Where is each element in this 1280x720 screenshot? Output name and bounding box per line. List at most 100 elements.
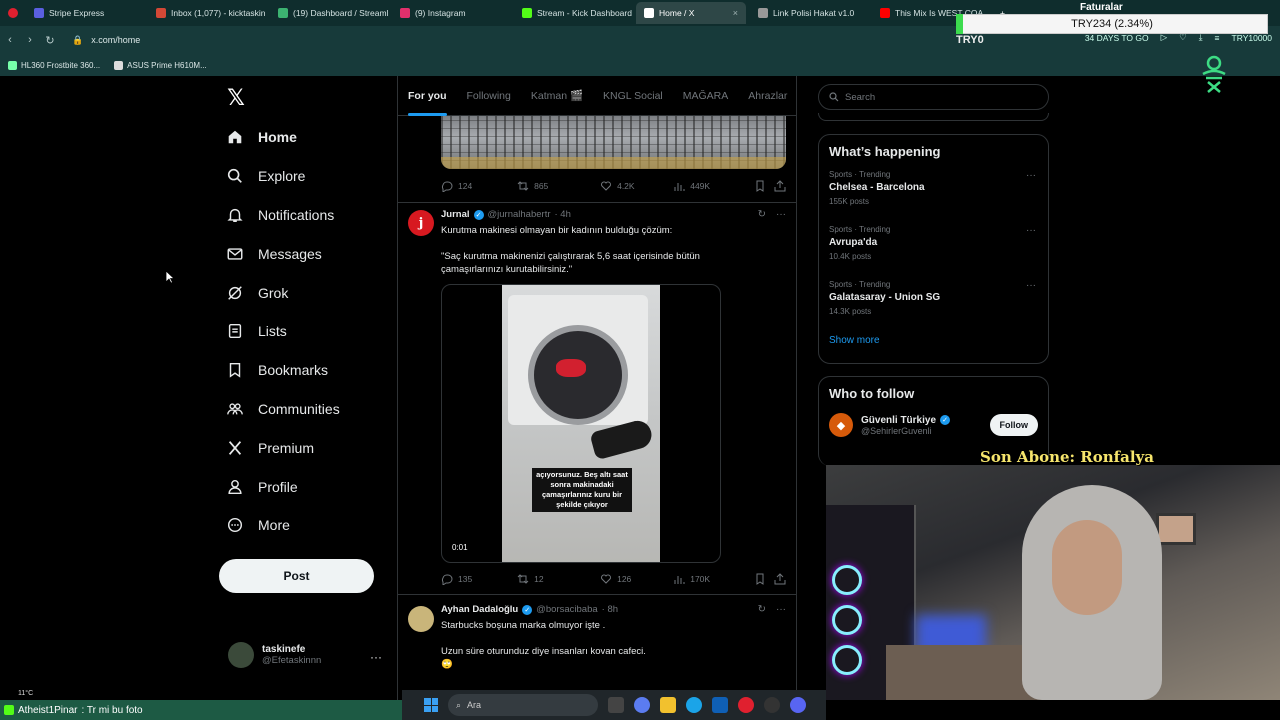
- browser-tab[interactable]: Stream - Kick Dashboard: [514, 2, 632, 24]
- suggestion-name: Güvenli Türkiye ✓: [861, 415, 951, 426]
- timeline-tab[interactable]: Katman 🎬: [521, 76, 593, 116]
- x-logo[interactable]: 𝕏: [222, 84, 250, 112]
- trend-more-icon[interactable]: ···: [1026, 280, 1036, 291]
- bookmark-item[interactable]: HL360 Frostbite 360...: [8, 60, 100, 70]
- author-handle[interactable]: @borsacibaba: [536, 604, 597, 615]
- task-view-icon[interactable]: [608, 697, 624, 713]
- reload-button[interactable]: ↻: [40, 34, 60, 47]
- tweet-video[interactable]: açıyorsunuz. Beş altı saat sonra makinad…: [441, 284, 721, 563]
- trend-more-icon[interactable]: ···: [1026, 170, 1036, 181]
- taskbar-search[interactable]: ⌕ Ara: [448, 694, 598, 716]
- bookmark-button[interactable]: [754, 573, 774, 585]
- trend-more-icon[interactable]: ···: [1026, 225, 1036, 236]
- tweet-time[interactable]: · 4h: [555, 209, 571, 220]
- nav-label: Communities: [258, 400, 340, 417]
- author-name[interactable]: Ayhan Dadaloğlu: [441, 604, 518, 615]
- back-button[interactable]: ‹: [0, 34, 20, 46]
- views-button[interactable]: 449K: [673, 180, 754, 192]
- share-button[interactable]: [774, 180, 786, 192]
- timeline-tab[interactable]: MAĞARA: [673, 76, 739, 116]
- account-switcher[interactable]: taskinefe @Efetaskinnn: [228, 642, 321, 668]
- share-button[interactable]: [774, 573, 786, 585]
- reply-button[interactable]: 135: [441, 573, 517, 585]
- like-button[interactable]: 4.2K: [600, 180, 673, 192]
- weather-text: 11°C: [18, 690, 34, 697]
- grok-icon[interactable]: ↻: [758, 604, 766, 615]
- file-explorer-icon[interactable]: [660, 697, 676, 713]
- author-handle[interactable]: @jurnalhabertr: [488, 209, 551, 220]
- nav-item-messages[interactable]: Messages: [222, 234, 392, 273]
- windows-start-icon[interactable]: [424, 698, 438, 712]
- browser-menu-button[interactable]: [4, 2, 22, 24]
- tweet-image[interactable]: [441, 116, 786, 169]
- avatar: ◆: [829, 413, 853, 437]
- account-more-icon[interactable]: ···: [370, 650, 382, 664]
- tweet[interactable]: j Jurnal ✓ @jurnalhabertr · 4h ↻ ··· Kur…: [398, 202, 796, 594]
- browser-tab[interactable]: Inbox (1,077) - kicktaskin: [148, 2, 266, 24]
- nav-label: Home: [258, 129, 297, 146]
- repost-button[interactable]: 865: [517, 180, 600, 192]
- repost-button[interactable]: 12: [517, 573, 600, 585]
- opera-icon[interactable]: [738, 697, 754, 713]
- tweet-time[interactable]: · 8h: [602, 604, 618, 615]
- url-field[interactable]: 🔒 x.com/home: [72, 35, 140, 46]
- edge-icon[interactable]: [686, 697, 702, 713]
- nav-item-bookmarks[interactable]: Bookmarks: [222, 351, 392, 390]
- nav-item-more[interactable]: More: [222, 506, 392, 545]
- trend-count: 14.3K posts: [829, 307, 872, 316]
- views-button[interactable]: 170K: [673, 573, 754, 585]
- bookmark-item[interactable]: ASUS Prime H610M...: [114, 60, 207, 70]
- more-icon[interactable]: ···: [776, 209, 786, 220]
- timeline-tab[interactable]: Ahrazlar: [738, 76, 796, 116]
- bookmark-icon: [756, 573, 764, 585]
- like-button[interactable]: 126: [600, 573, 673, 585]
- avatar[interactable]: [408, 606, 434, 632]
- trend-item[interactable]: Sports · Trending Chelsea - Barcelona 155K…: [819, 168, 1048, 223]
- reply-count: 124: [458, 181, 473, 191]
- nav-item-profile[interactable]: Profile: [222, 467, 392, 506]
- nav-item-premium[interactable]: Premium: [222, 428, 392, 467]
- nav-item-explore[interactable]: Explore: [222, 157, 392, 196]
- nav-item-home[interactable]: Home: [222, 118, 392, 157]
- follow-button[interactable]: Follow: [989, 414, 1038, 436]
- browser-tab[interactable]: (9) Instagram: [392, 2, 510, 24]
- timeline-tab[interactable]: Following: [457, 76, 521, 116]
- trend-item[interactable]: Sports · Trending Avrupa'da 10.4K posts ···: [819, 223, 1048, 278]
- obs-icon[interactable]: [764, 697, 780, 713]
- bookmark-icon: [756, 180, 764, 192]
- reply-button[interactable]: 124: [441, 180, 517, 192]
- menu-icon[interactable]: ≡: [1215, 33, 1220, 43]
- bookmark-button[interactable]: [754, 180, 774, 192]
- browser-tab[interactable]: Link Polisi Hakat v1.0: [750, 2, 868, 24]
- discord-icon[interactable]: [790, 697, 806, 713]
- nav-item-grok[interactable]: Grok: [222, 273, 392, 312]
- avatar[interactable]: j: [408, 210, 434, 236]
- copilot-icon[interactable]: [634, 697, 650, 713]
- envelope-icon: [226, 245, 244, 263]
- store-icon[interactable]: [712, 697, 728, 713]
- tweet[interactable]: Ayhan Dadaloğlu ✓ @borsacibaba · 8h ↻ ··…: [398, 594, 796, 700]
- grok-icon: [226, 284, 244, 302]
- post-button[interactable]: Post: [219, 559, 374, 593]
- forward-button[interactable]: ›: [20, 34, 40, 46]
- timeline-tab[interactable]: For you: [398, 76, 457, 116]
- more-icon: [226, 516, 244, 534]
- goal-progress-fill: [956, 14, 964, 34]
- search-input[interactable]: Search: [818, 84, 1049, 110]
- browser-tab[interactable]: (19) Dashboard / Streamla: [270, 2, 388, 24]
- nav-item-notifications[interactable]: Notifications: [222, 196, 392, 235]
- trend-item[interactable]: Sports · Trending Galatasaray - Union SG 1…: [819, 278, 1048, 333]
- author-name[interactable]: Jurnal: [441, 209, 470, 220]
- tweet-tools: ↻ ···: [758, 209, 786, 220]
- grok-icon[interactable]: ↻: [758, 209, 766, 220]
- nav-item-lists[interactable]: Lists: [222, 312, 392, 351]
- timeline-tab[interactable]: KNGL Social: [593, 76, 673, 116]
- browser-tab[interactable]: Home / X ×: [636, 2, 746, 24]
- nav-label: Profile: [258, 478, 298, 495]
- browser-tab[interactable]: Stripe Express: [26, 2, 144, 24]
- follow-suggestion[interactable]: ◆ Güvenli Türkiye ✓ @SehirlerGuvenli Foll…: [819, 410, 1048, 440]
- show-more-link[interactable]: Show more: [819, 333, 1048, 346]
- nav-item-communities[interactable]: Communities: [222, 390, 392, 429]
- more-icon[interactable]: ···: [776, 604, 786, 615]
- close-tab-icon[interactable]: ×: [733, 8, 738, 18]
